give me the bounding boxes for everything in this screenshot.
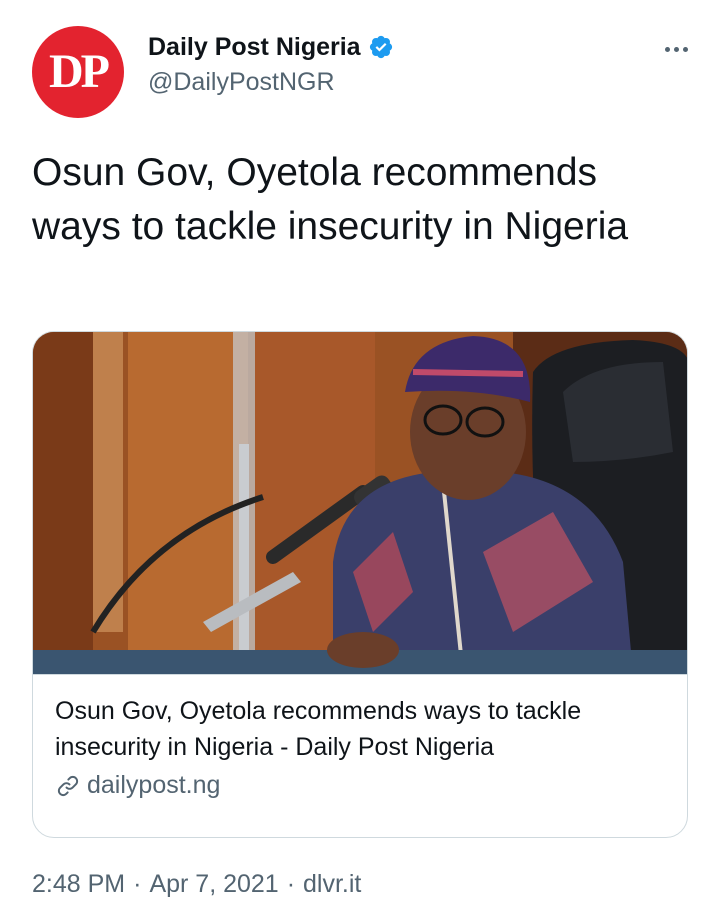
tweet-source[interactable]: dlvr.it xyxy=(303,870,361,898)
handle[interactable]: @DailyPostNGR xyxy=(148,68,394,97)
speaker-photo-icon xyxy=(33,332,687,674)
tweet-header: DP Daily Post Nigeria @DailyPostNGR xyxy=(32,26,692,118)
display-name[interactable]: Daily Post Nigeria xyxy=(148,33,361,62)
name-row: Daily Post Nigeria xyxy=(148,30,394,64)
card-body[interactable]: Osun Gov, Oyetola recommends ways to tac… xyxy=(33,674,687,837)
card-image[interactable] xyxy=(33,332,687,674)
card-domain-row: dailypost.ng xyxy=(55,771,667,800)
link-card[interactable]: Osun Gov, Oyetola recommends ways to tac… xyxy=(32,331,688,838)
meta-separator: · xyxy=(286,870,296,898)
verified-badge-icon xyxy=(368,34,394,60)
avatar[interactable]: DP xyxy=(32,26,124,118)
tweet-time[interactable]: 2:48 PM xyxy=(32,870,125,898)
tweet-text: Osun Gov, Oyetola recommends ways to tac… xyxy=(32,151,629,248)
tweet-meta: 2:48 PM · Apr 7, 2021 · dlvr.it xyxy=(32,870,361,899)
tweet: DP Daily Post Nigeria @DailyPostNGR Osun… xyxy=(0,0,720,923)
tweet-date[interactable]: Apr 7, 2021 xyxy=(149,870,278,898)
more-dots-icon xyxy=(664,46,688,52)
card-title: Osun Gov, Oyetola recommends ways to tac… xyxy=(55,697,582,761)
avatar-logo-text: DP xyxy=(49,45,110,98)
card-domain: dailypost.ng xyxy=(87,771,221,799)
meta-separator: · xyxy=(133,870,142,898)
author-info[interactable]: Daily Post Nigeria @DailyPostNGR xyxy=(148,30,394,97)
more-options-button[interactable] xyxy=(656,34,696,64)
link-icon xyxy=(55,773,81,799)
